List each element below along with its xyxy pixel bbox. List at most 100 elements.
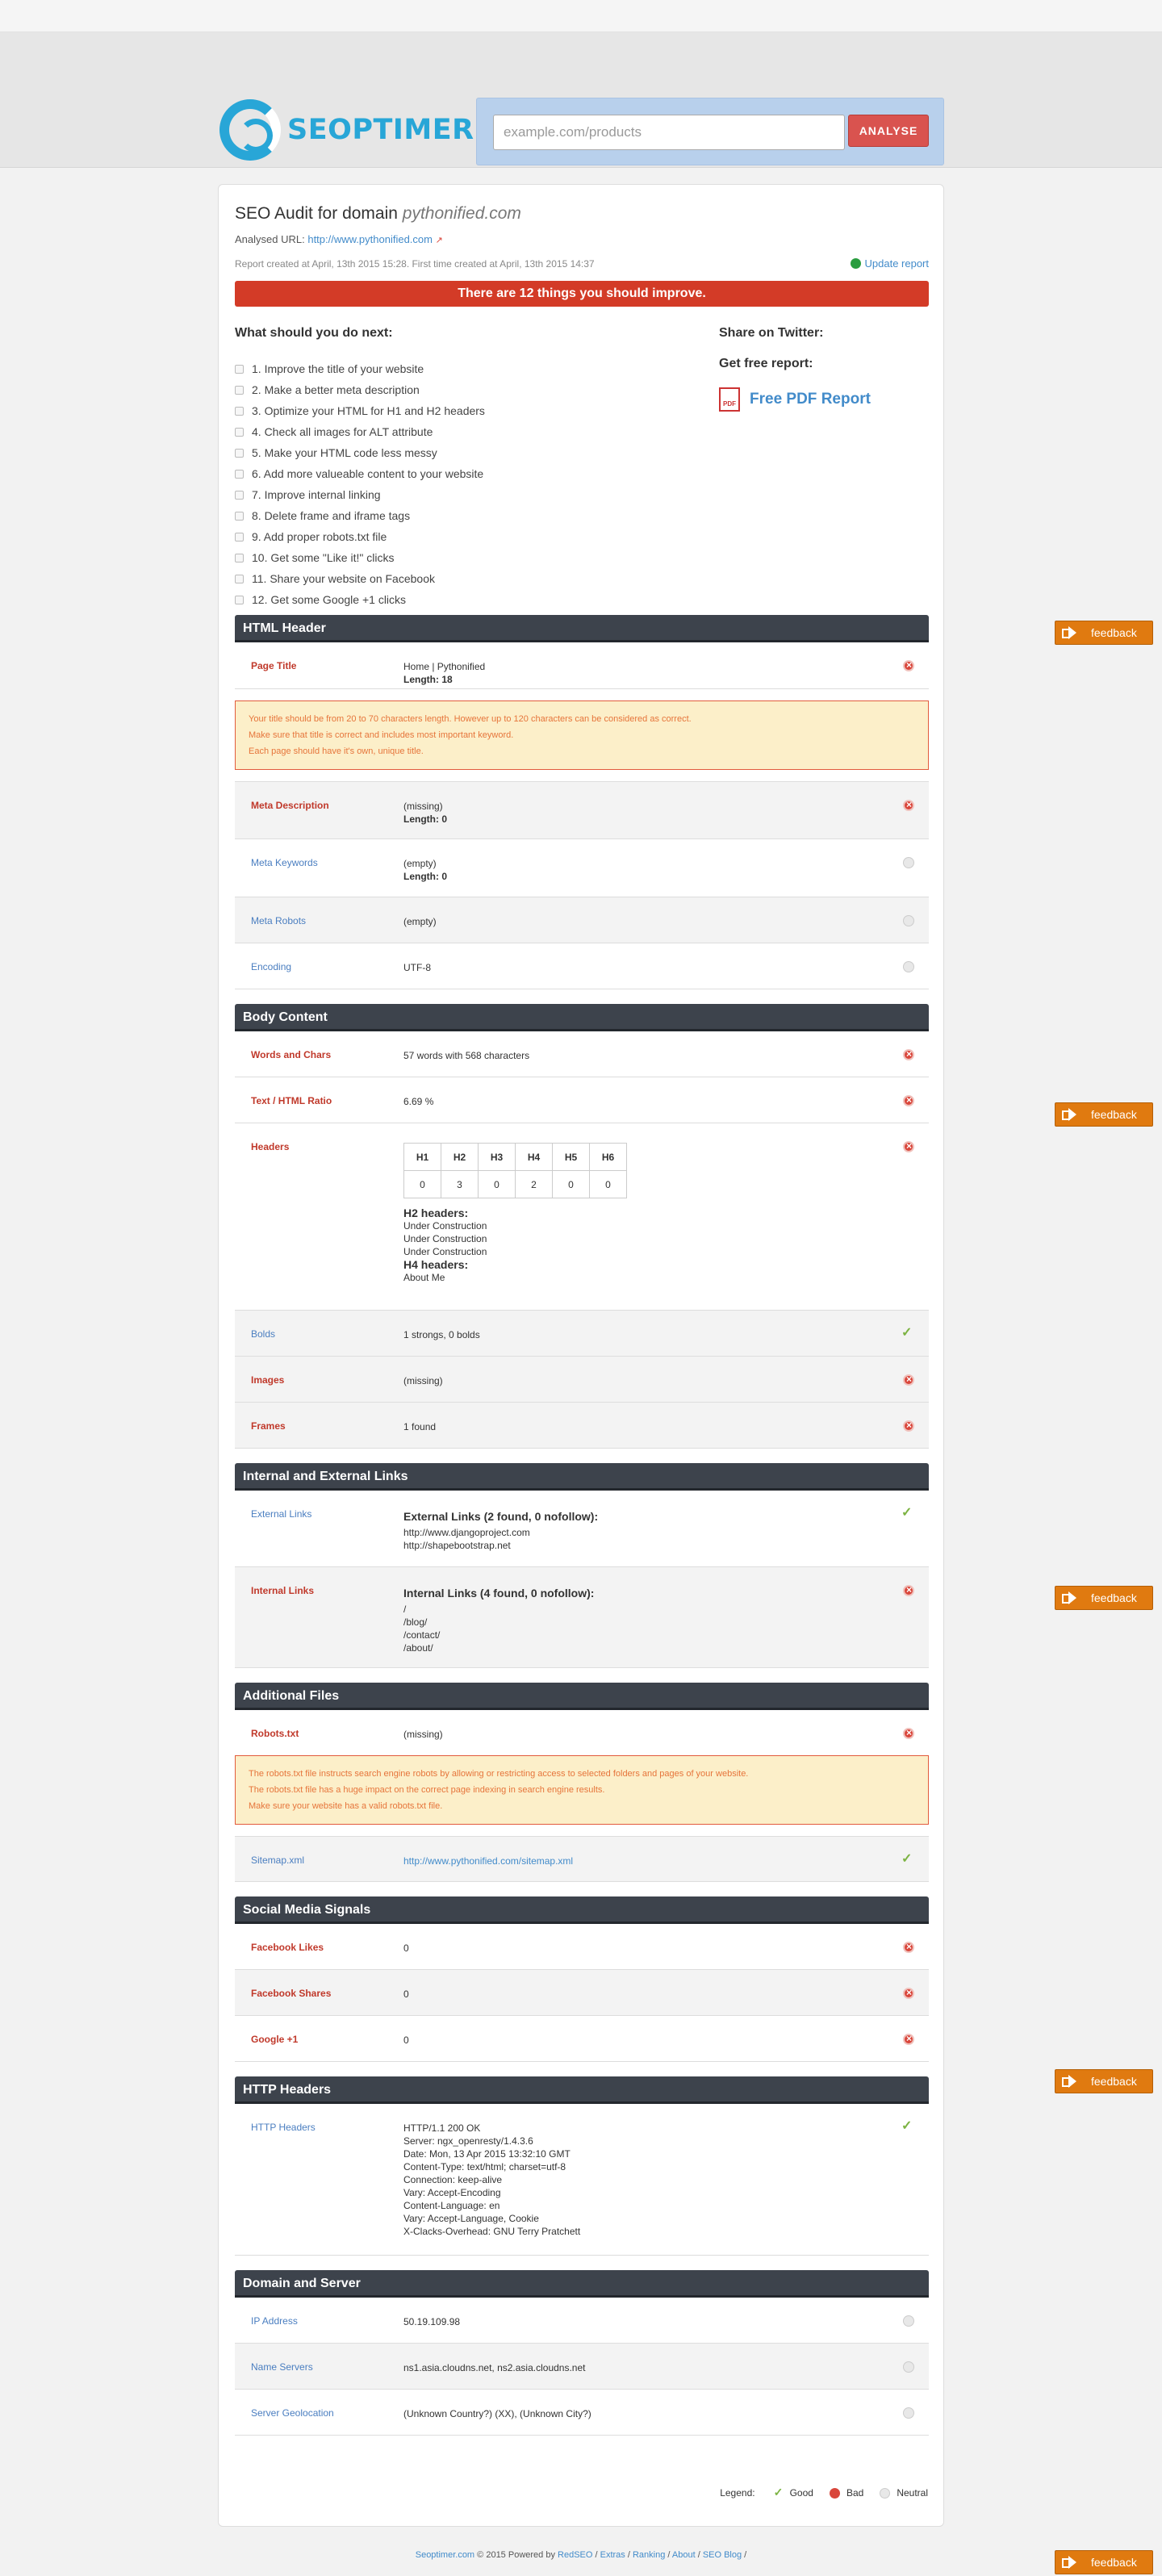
neutral-icon <box>903 961 914 972</box>
feedback-button[interactable]: feedback <box>1055 1102 1153 1127</box>
analyse-button[interactable]: ANALYSE <box>848 115 929 147</box>
todo-item[interactable]: 4. Check all images for ALT attribute <box>235 421 929 442</box>
footer-text: © 2015 Powered by <box>477 2550 555 2560</box>
checkbox-icon[interactable] <box>235 490 244 500</box>
feedback-button[interactable]: feedback <box>1055 2069 1153 2093</box>
footer-link-ranking[interactable]: Ranking <box>633 2550 665 2560</box>
list-item: About Me <box>403 1272 445 1283</box>
checkbox-icon[interactable] <box>235 595 244 604</box>
encoding-value: UTF-8 <box>403 962 431 973</box>
h4-headers-title: H4 headers: <box>403 1258 469 1271</box>
todo-item[interactable]: 11. Share your website on Facebook <box>235 568 929 589</box>
todo-text: 11. Share your website on Facebook <box>252 572 435 585</box>
checkbox-icon[interactable] <box>235 553 244 562</box>
megaphone-icon <box>1062 1108 1078 1121</box>
footer-link-extras[interactable]: Extras <box>600 2550 625 2560</box>
good-icon <box>901 1850 914 1867</box>
list-item: Under Construction <box>403 1233 487 1244</box>
todo-item[interactable]: 7. Improve internal linking <box>235 484 929 505</box>
feedback-button[interactable]: feedback <box>1055 1586 1153 1610</box>
todo-item[interactable]: 9. Add proper robots.txt file <box>235 526 929 547</box>
footer-powered-link[interactable]: RedSEO <box>558 2550 592 2560</box>
analysed-url-link[interactable]: http://www.pythonified.com <box>307 233 433 245</box>
frames-label: Frames <box>251 1420 286 1432</box>
url-input[interactable] <box>493 115 845 150</box>
todo-item[interactable]: 5. Make your HTML code less messy <box>235 442 929 463</box>
todo-section: What should you do next: 1. Improve the … <box>235 326 929 606</box>
table-cell: 0 <box>552 1170 590 1198</box>
table-cell: 2 <box>515 1170 553 1198</box>
checkbox-icon[interactable] <box>235 406 244 416</box>
megaphone-icon <box>1062 626 1078 639</box>
http-headers-value: HTTP/1.1 200 OK Server: ngx_openresty/1.… <box>403 2122 580 2238</box>
todo-text: 7. Improve internal linking <box>252 488 381 501</box>
header-line: Content-Language: en <box>403 2200 500 2211</box>
ip-label: IP Address <box>251 2315 298 2327</box>
footer-site-link[interactable]: Seoptimer.com <box>416 2550 474 2560</box>
meta-description-label: Meta Description <box>251 800 329 811</box>
table-header: H3 <box>478 1143 516 1171</box>
todo-item[interactable]: 8. Delete frame and iframe tags <box>235 505 929 526</box>
todo-text: 10. Get some "Like it!" clicks <box>252 551 395 564</box>
todo-text: 8. Delete frame and iframe tags <box>252 509 411 522</box>
todo-item[interactable]: 10. Get some "Like it!" clicks <box>235 547 929 568</box>
share-panel: Share on Twitter: Get free report: PDF F… <box>719 326 929 412</box>
neutral-icon <box>880 2487 891 2499</box>
megaphone-icon <box>1062 1591 1078 1604</box>
footer-link-about[interactable]: About <box>672 2550 696 2560</box>
sitemap-link[interactable]: http://www.pythonified.com/sitemap.xml <box>403 1855 573 1867</box>
facebook-shares-label: Facebook Shares <box>251 1988 332 1999</box>
pdf-report-link[interactable]: PDF Free PDF Report <box>719 387 929 412</box>
gear-icon <box>219 99 281 161</box>
checkbox-icon[interactable] <box>235 364 244 374</box>
feedback-label: feedback <box>1091 2075 1137 2088</box>
sitemap-value: http://www.pythonified.com/sitemap.xml <box>403 1855 573 1867</box>
bad-icon <box>903 659 914 671</box>
feedback-button[interactable]: feedback <box>1055 621 1153 645</box>
length-text: Length: 0 <box>403 871 447 882</box>
table-cell: 0 <box>589 1170 627 1198</box>
feedback-button[interactable]: feedback <box>1055 2550 1153 2574</box>
checkbox-icon[interactable] <box>235 574 244 583</box>
todo-item[interactable]: 12. Get some Google +1 clicks <box>235 589 929 610</box>
geolocation-value: (Unknown Country?) (XX), (Unknown City?) <box>403 2408 591 2419</box>
frames-value: 1 found <box>403 1421 437 1432</box>
checkbox-icon[interactable] <box>235 385 244 395</box>
checkbox-icon[interactable] <box>235 469 244 479</box>
bad-icon <box>829 2487 840 2499</box>
footer-link-blog[interactable]: SEO Blog <box>703 2550 742 2560</box>
bad-icon <box>903 1727 914 1739</box>
sitemap-label: Sitemap.xml <box>251 1855 305 1866</box>
share-heading: Share on Twitter: <box>719 326 824 340</box>
table-header: H5 <box>552 1143 590 1171</box>
bad-icon <box>903 1420 914 1432</box>
warning-line: Each page should have it's own, unique t… <box>249 746 424 756</box>
logo[interactable]: SEOPTIMER <box>219 99 474 161</box>
checkbox-icon[interactable] <box>235 448 244 458</box>
table-header: H1 <box>403 1143 441 1171</box>
warning-line: Make sure that title is correct and incl… <box>249 730 514 740</box>
update-report-link[interactable]: Update report <box>850 257 929 270</box>
row-sitemap: Sitemap.xml http://www.pythonified.com/s… <box>235 1836 929 1882</box>
todo-item[interactable]: 6. Add more valueable content to your we… <box>235 463 929 484</box>
bad-icon <box>903 1094 914 1106</box>
feedback-label: feedback <box>1091 626 1137 639</box>
row-geolocation: Server Geolocation (Unknown Country?) (X… <box>235 2390 929 2436</box>
headers-table: H1 H2 H3 H4 H5 H6 0 3 0 2 0 0 <box>403 1143 627 1198</box>
table-cell: 3 <box>441 1170 479 1198</box>
value-text: (empty) <box>403 858 437 869</box>
bolds-value: 1 strongs, 0 bolds <box>403 1329 480 1340</box>
checkbox-icon[interactable] <box>235 532 244 542</box>
todo-text: 4. Check all images for ALT attribute <box>252 425 433 438</box>
row-meta-description: Meta Description (missing) Length: 0 <box>235 781 929 839</box>
length-text: Length: 18 <box>403 674 453 685</box>
row-meta-robots: Meta Robots (empty) <box>235 897 929 943</box>
neutral-icon <box>903 2361 914 2373</box>
row-words: Words and Chars 57 words with 568 charac… <box>235 1031 929 1077</box>
meta-keywords-value: (empty) Length: 0 <box>403 857 447 883</box>
external-links-heading: External Links (2 found, 0 nofollow): <box>403 1510 599 1523</box>
checkbox-icon[interactable] <box>235 511 244 521</box>
todo-text: 3. Optimize your HTML for H1 and H2 head… <box>252 404 485 417</box>
checkbox-icon[interactable] <box>235 427 244 437</box>
facebook-likes-label: Facebook Likes <box>251 1942 324 1953</box>
